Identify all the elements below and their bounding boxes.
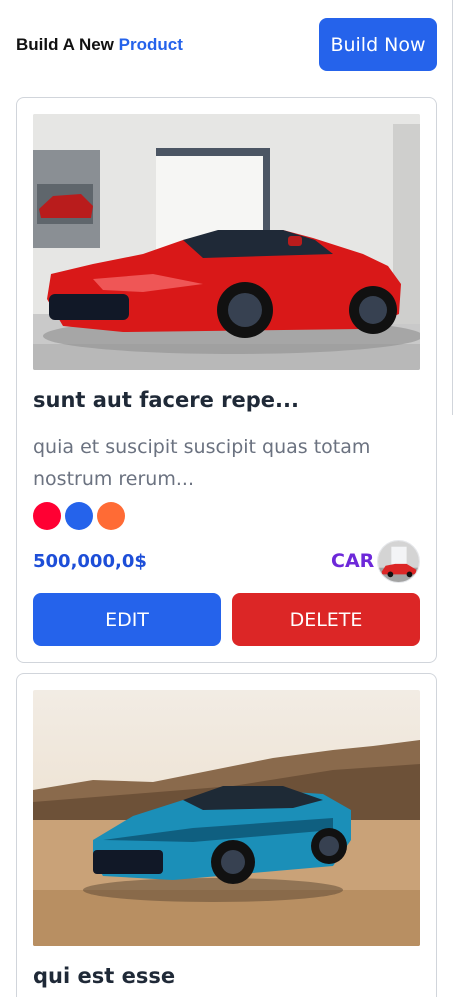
color-swatches xyxy=(33,502,125,530)
page-title: Build A New Product xyxy=(16,35,183,55)
product-card: sunt aut facere repe... quia et suscipit… xyxy=(16,97,437,663)
product-category: CAR xyxy=(331,550,375,572)
product-image-blue-car xyxy=(33,690,420,946)
color-swatch-orange[interactable] xyxy=(97,502,125,530)
product-title: qui est esse xyxy=(33,964,176,988)
category-avatar xyxy=(377,540,420,583)
page-header: Build A New Product Build Now xyxy=(0,0,453,86)
product-title: sunt aut facere repe... xyxy=(33,388,299,412)
color-swatch-red[interactable] xyxy=(33,502,61,530)
product-card: qui est esse xyxy=(16,673,437,997)
build-now-button[interactable]: Build Now xyxy=(319,18,437,71)
product-price: 500,000,0$ xyxy=(33,551,147,572)
product-image-red-car xyxy=(33,114,420,370)
delete-button[interactable]: DELETE xyxy=(232,593,420,646)
edit-button[interactable]: EDIT xyxy=(33,593,221,646)
color-swatch-blue[interactable] xyxy=(65,502,93,530)
product-description: quia et suscipit suscipit quas totam nos… xyxy=(33,436,371,490)
brand-accent: Product xyxy=(118,35,183,54)
brand-prefix: Build A New xyxy=(16,35,114,54)
